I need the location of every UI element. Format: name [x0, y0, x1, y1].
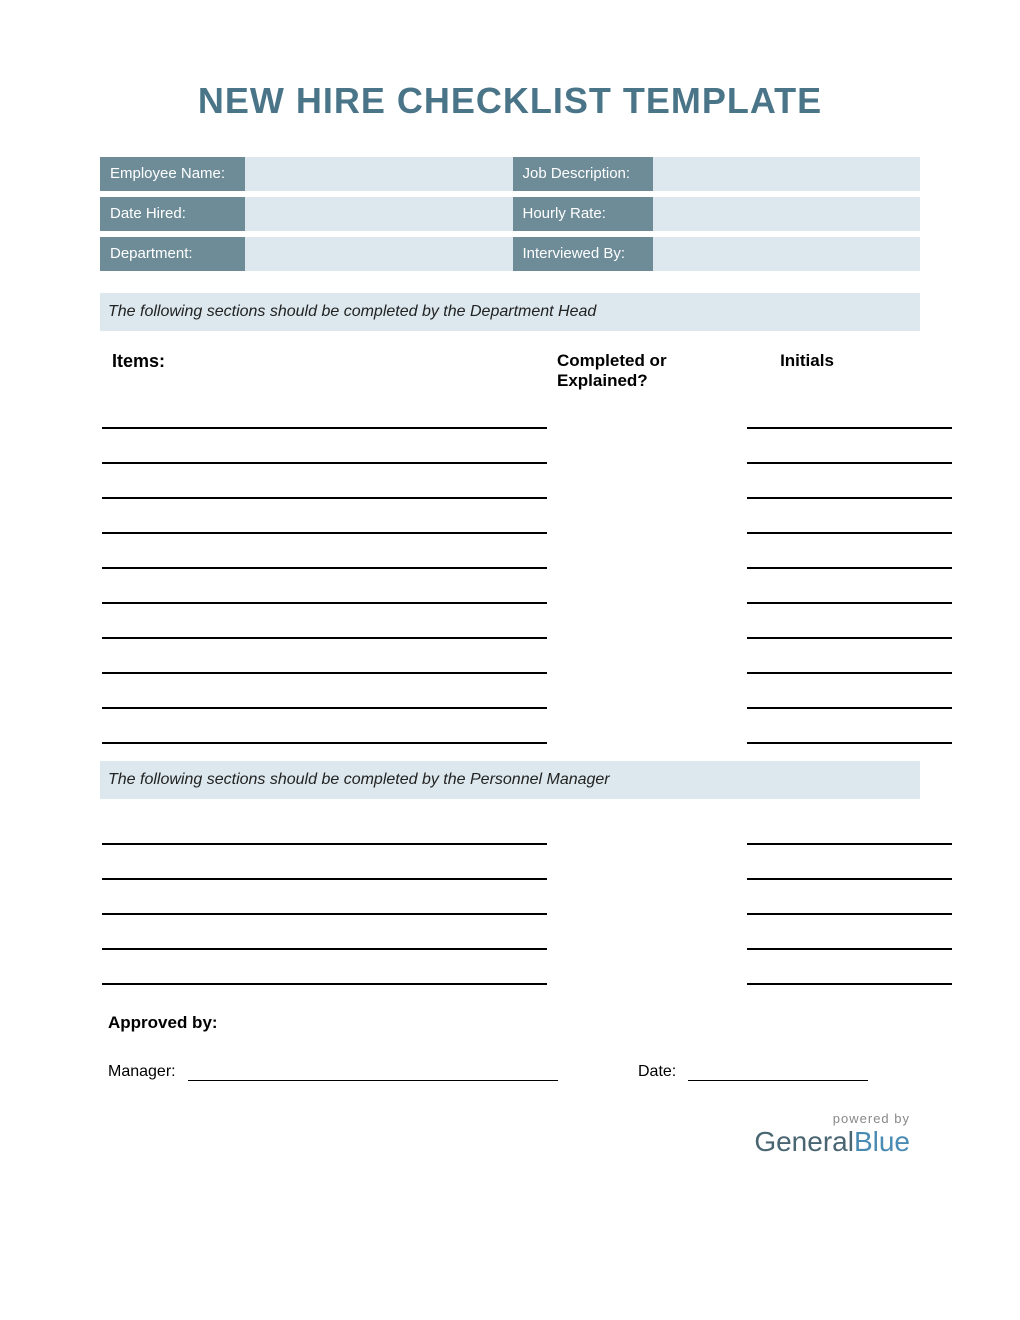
checklist-row — [102, 862, 918, 880]
manager-signature-line[interactable] — [188, 1063, 558, 1081]
initials-line[interactable] — [747, 586, 952, 604]
section2-rows — [100, 827, 920, 985]
item-line[interactable] — [102, 967, 547, 985]
info-value-employee-name[interactable] — [245, 157, 513, 191]
completed-cell[interactable] — [597, 621, 697, 639]
completed-cell[interactable] — [597, 967, 697, 985]
info-value-date-hired[interactable] — [245, 197, 513, 231]
item-line[interactable] — [102, 621, 547, 639]
completed-cell[interactable] — [597, 656, 697, 674]
info-value-interviewed-by[interactable] — [653, 237, 921, 271]
checklist-row — [102, 691, 918, 709]
item-line[interactable] — [102, 551, 547, 569]
column-headers: Items: Completed or Explained? Initials — [100, 341, 920, 411]
initials-line[interactable] — [747, 411, 952, 429]
item-line[interactable] — [102, 516, 547, 534]
info-label-employee-name: Employee Name: — [100, 157, 245, 191]
date-signature-line[interactable] — [688, 1063, 868, 1081]
completed-cell[interactable] — [597, 691, 697, 709]
info-label-job-description: Job Description: — [513, 157, 653, 191]
signature-row: Manager: Date: — [100, 1063, 920, 1081]
checklist-row — [102, 516, 918, 534]
completed-cell[interactable] — [597, 932, 697, 950]
checklist-row — [102, 726, 918, 744]
item-line[interactable] — [102, 932, 547, 950]
completed-cell[interactable] — [597, 411, 697, 429]
info-label-department: Department: — [100, 237, 245, 271]
initials-line[interactable] — [747, 446, 952, 464]
initials-line[interactable] — [747, 932, 952, 950]
initials-line[interactable] — [747, 897, 952, 915]
info-label-date-hired: Date Hired: — [100, 197, 245, 231]
section2-banner: The following sections should be complet… — [100, 761, 920, 799]
checklist-row — [102, 481, 918, 499]
completed-cell[interactable] — [597, 586, 697, 604]
initials-line[interactable] — [747, 656, 952, 674]
initials-line[interactable] — [747, 621, 952, 639]
manager-label: Manager: — [108, 1063, 188, 1081]
completed-cell[interactable] — [597, 551, 697, 569]
checklist-row — [102, 411, 918, 429]
brand-part2: Blue — [854, 1126, 910, 1157]
col-initials: Initials — [707, 351, 907, 391]
checklist-row — [102, 621, 918, 639]
info-label-interviewed-by: Interviewed By: — [513, 237, 653, 271]
col-items: Items: — [112, 351, 557, 391]
section1-banner: The following sections should be complet… — [100, 293, 920, 331]
item-line[interactable] — [102, 726, 547, 744]
brand-logo: GeneralBlue — [100, 1126, 910, 1158]
info-label-hourly-rate: Hourly Rate: — [513, 197, 653, 231]
checklist-row — [102, 967, 918, 985]
powered-by-label: powered by — [100, 1111, 910, 1126]
completed-cell[interactable] — [597, 446, 697, 464]
initials-line[interactable] — [747, 551, 952, 569]
item-line[interactable] — [102, 481, 547, 499]
initials-line[interactable] — [747, 726, 952, 744]
approved-by-label: Approved by: — [100, 1013, 920, 1033]
date-label: Date: — [638, 1063, 688, 1081]
footer: powered by GeneralBlue — [100, 1111, 920, 1158]
checklist-row — [102, 586, 918, 604]
initials-line[interactable] — [747, 481, 952, 499]
item-line[interactable] — [102, 586, 547, 604]
initials-line[interactable] — [747, 691, 952, 709]
checklist-row — [102, 656, 918, 674]
checklist-row — [102, 897, 918, 915]
item-line[interactable] — [102, 827, 547, 845]
item-line[interactable] — [102, 446, 547, 464]
checklist-row — [102, 932, 918, 950]
checklist-row — [102, 551, 918, 569]
info-value-department[interactable] — [245, 237, 513, 271]
page-title: NEW HIRE CHECKLIST TEMPLATE — [100, 80, 920, 122]
completed-cell[interactable] — [597, 726, 697, 744]
info-value-hourly-rate[interactable] — [653, 197, 921, 231]
col-completed: Completed or Explained? — [557, 351, 707, 391]
completed-cell[interactable] — [597, 897, 697, 915]
item-line[interactable] — [102, 691, 547, 709]
info-grid: Employee Name: Job Description: Date Hir… — [100, 157, 920, 271]
info-value-job-description[interactable] — [653, 157, 921, 191]
completed-cell[interactable] — [597, 862, 697, 880]
completed-cell[interactable] — [597, 827, 697, 845]
item-line[interactable] — [102, 656, 547, 674]
completed-cell[interactable] — [597, 516, 697, 534]
initials-line[interactable] — [747, 862, 952, 880]
initials-line[interactable] — [747, 827, 952, 845]
brand-part1: General — [754, 1126, 854, 1157]
completed-cell[interactable] — [597, 481, 697, 499]
item-line[interactable] — [102, 862, 547, 880]
item-line[interactable] — [102, 411, 547, 429]
item-line[interactable] — [102, 897, 547, 915]
section1-rows — [100, 411, 920, 744]
initials-line[interactable] — [747, 516, 952, 534]
checklist-row — [102, 446, 918, 464]
initials-line[interactable] — [747, 967, 952, 985]
checklist-row — [102, 827, 918, 845]
